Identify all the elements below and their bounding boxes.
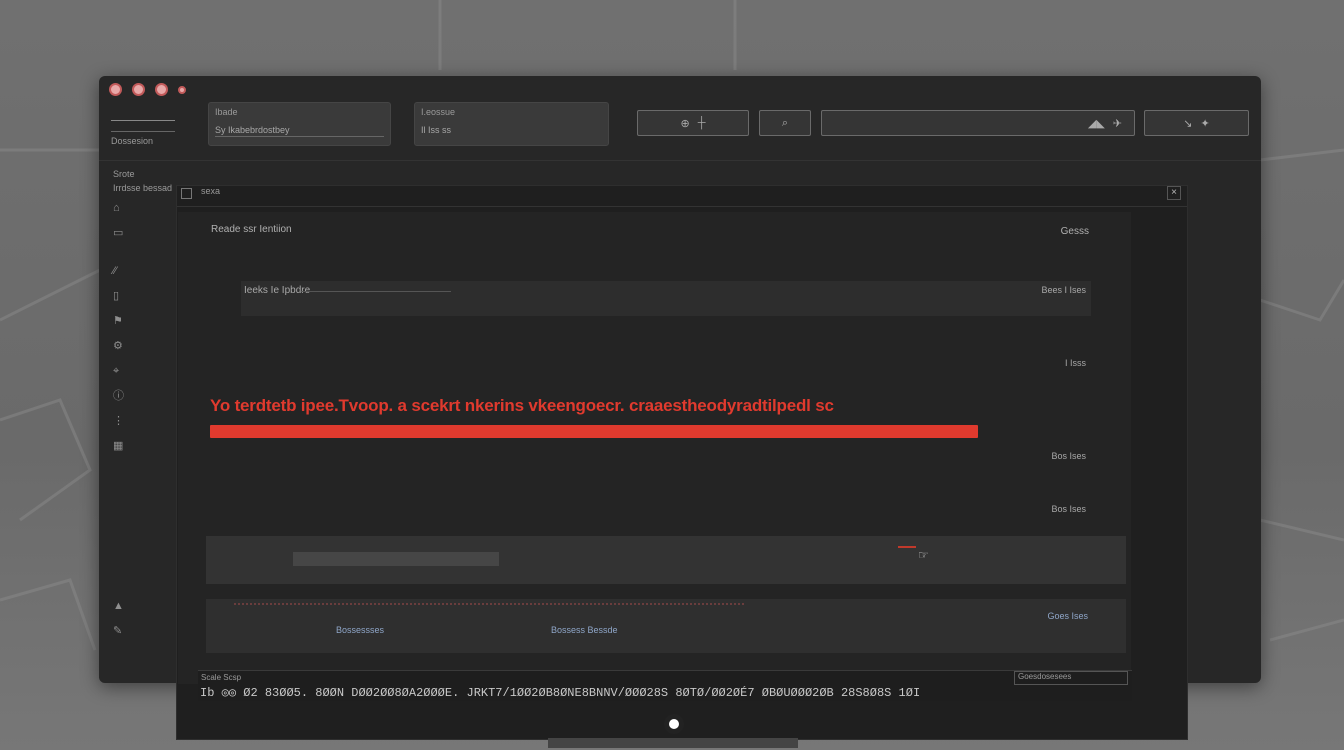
search-tool-button[interactable]: ⌕ bbox=[759, 110, 811, 136]
status-right-caption: Goesdosesees bbox=[1014, 671, 1128, 685]
chart-icon[interactable]: ▦ bbox=[113, 439, 129, 453]
tag-icon[interactable]: ▯ bbox=[113, 289, 129, 303]
dialog-row: Ieeks Ie Ipbdre bbox=[241, 281, 1091, 316]
dialog-title: Reade ssr Ientiion bbox=[211, 224, 292, 235]
field-mid[interactable]: I.eossue Il Iss ss bbox=[414, 102, 609, 146]
dialog-row-divider bbox=[301, 291, 451, 292]
sidebar-label-top: Srote bbox=[113, 169, 135, 179]
pin-icon[interactable]: ⌖ bbox=[113, 364, 129, 378]
results-link-1[interactable]: Bossessses bbox=[336, 625, 384, 635]
field-left[interactable]: Ibade Sy Ikabebrdostbey bbox=[208, 102, 391, 146]
field-left-caption: Ibade bbox=[215, 107, 238, 117]
sidebar-label-sub: Irrdsse bessad bbox=[113, 183, 173, 193]
meta-1: Bees I Ises bbox=[1041, 285, 1086, 295]
brand-logo-icon bbox=[111, 120, 175, 132]
zoom-tool-button[interactable]: ⊕ ┼ bbox=[637, 110, 749, 136]
field-mid-caption: I.eossue bbox=[421, 107, 456, 117]
status-caption: Scale Scsp bbox=[201, 673, 242, 682]
results-row: Bossessses Bossess Bessde Goes Ises bbox=[206, 599, 1126, 653]
left-sidebar: Srote Irrdsse bessad ⌂ ▭ ⁄⁄ ▯ ⚑ ⚙ ⌖ ⓘ ⋮ … bbox=[99, 161, 175, 683]
crosshair-icon: ┼ bbox=[697, 117, 706, 129]
terrain-icon: ◢◣ bbox=[1087, 117, 1105, 130]
meta-4: Bos Ises bbox=[1051, 504, 1086, 514]
select-all-checkbox[interactable] bbox=[181, 188, 192, 199]
app-brand: Dossesion bbox=[111, 120, 181, 148]
flag-icon[interactable]: ⚑ bbox=[113, 314, 129, 328]
field-left-value[interactable]: Sy Ikabebrdostbey bbox=[215, 125, 384, 137]
layers-icon[interactable]: ▭ bbox=[113, 226, 129, 240]
more-icon[interactable]: ⋮ bbox=[113, 414, 129, 428]
tools-icon[interactable]: ✎ bbox=[113, 624, 129, 638]
results-link-2[interactable]: Bossess Bessde bbox=[551, 625, 618, 635]
top-toolbar: Dossesion Ibade Sy Ikabebrdostbey I.eoss… bbox=[99, 76, 1261, 161]
field-mid-value[interactable]: Il Iss ss bbox=[421, 125, 602, 136]
error-dialog: Reade ssr Ientiion Gesss Ieeks Ie Ipbdre… bbox=[178, 212, 1131, 684]
zoom-icon: ⊕ bbox=[680, 117, 690, 130]
results-dotted-rule bbox=[234, 603, 744, 606]
pin-icon: ✈ bbox=[1112, 117, 1122, 130]
search-icon: ⌕ bbox=[781, 116, 789, 129]
grid-icon[interactable]: ⁄⁄ bbox=[113, 264, 129, 278]
monitor-stand bbox=[548, 738, 798, 748]
input-field[interactable] bbox=[293, 552, 499, 566]
input-row[interactable]: ☞ bbox=[206, 536, 1126, 584]
info-icon[interactable]: ⓘ bbox=[113, 389, 129, 403]
checkbox-label: sexa bbox=[201, 186, 221, 196]
home-icon[interactable]: ⌂ bbox=[113, 201, 129, 215]
record-indicator-icon[interactable] bbox=[664, 714, 684, 734]
dialog-title-right: Gesss bbox=[1060, 226, 1089, 237]
panel-header: sexa × bbox=[177, 186, 1187, 207]
map-tool-button[interactable]: ↘ ✦ bbox=[1144, 110, 1249, 136]
panel-close-button[interactable]: × bbox=[1167, 186, 1181, 200]
meta-2: I Isss bbox=[1064, 358, 1086, 368]
route-icon: ↘ bbox=[1183, 117, 1193, 130]
status-bar: Scale Scsp Goesdosesees Ib ◎◎ Ø2 83ØØ5. … bbox=[198, 670, 1132, 701]
red-marker bbox=[898, 546, 916, 548]
filter-tool-button[interactable]: ◢◣ ✈ bbox=[821, 110, 1135, 136]
location-icon: ✦ bbox=[1200, 117, 1210, 130]
cursor-icon: ☞ bbox=[918, 548, 929, 562]
folder-icon[interactable]: ▲ bbox=[113, 599, 129, 613]
meta-3: Bos Ises bbox=[1051, 451, 1086, 461]
settings-icon[interactable]: ⚙ bbox=[113, 339, 129, 353]
error-message: Yo terdtetb ipee.Tvoop. a scekrt nkerins… bbox=[210, 396, 834, 415]
results-right-label: Goes Ises bbox=[1047, 611, 1088, 621]
status-line: Ib ◎◎ Ø2 83ØØ5. 8ØØN DØØ2ØØ8ØA2ØØØE. JRK… bbox=[200, 686, 921, 700]
brand-text: Dossesion bbox=[111, 136, 154, 146]
error-bar bbox=[210, 425, 978, 438]
